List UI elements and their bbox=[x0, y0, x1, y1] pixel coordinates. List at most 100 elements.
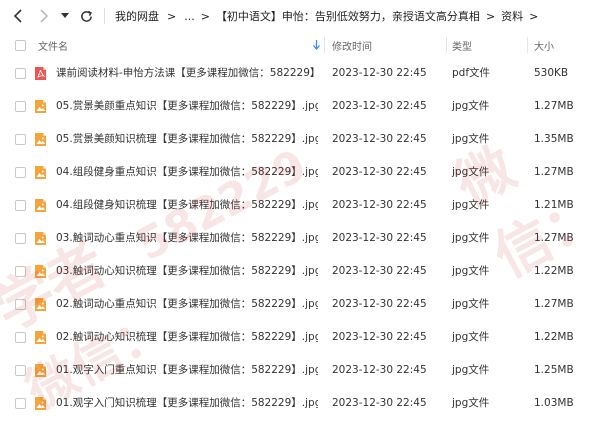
column-header-type[interactable]: 类型 bbox=[452, 38, 472, 53]
file-size: 1.03MB bbox=[534, 397, 574, 409]
breadcrumb-separator: > bbox=[529, 9, 539, 23]
refresh-icon bbox=[80, 10, 92, 22]
file-size: 1.27MB bbox=[534, 100, 574, 112]
file-type: pdf文件 bbox=[452, 67, 491, 79]
column-header-time[interactable]: 修改时间 bbox=[332, 38, 372, 53]
image-icon bbox=[35, 397, 46, 410]
file-size: 1.35MB bbox=[534, 133, 574, 145]
breadcrumb-separator: > bbox=[200, 9, 210, 23]
file-row[interactable]: 02.触词动心重点知识【更多课程加微信：582229】.jpg 2023-12-3… bbox=[0, 288, 600, 321]
file-size: 1.25MB bbox=[534, 364, 574, 376]
row-checkbox[interactable] bbox=[15, 134, 26, 145]
file-row[interactable]: 04.组段健身知识梳理【更多课程加微信：582229】.jpg 2023-12-3… bbox=[0, 189, 600, 222]
file-type: jpg文件 bbox=[452, 133, 490, 145]
file-row[interactable]: 03.触词动心知识梳理【更多课程加微信：582229】.jpg 2023-12-3… bbox=[0, 255, 600, 288]
file-row[interactable]: 03.触词动心重点知识【更多课程加微信：582229】.jpg 2023-12-3… bbox=[0, 222, 600, 255]
file-type: jpg文件 bbox=[452, 166, 490, 178]
file-modified-time: 2023-12-30 22:45 bbox=[332, 166, 427, 178]
file-row[interactable]: 01.观字入门重点知识【更多课程加微信：582229】.jpg 2023-12-3… bbox=[0, 354, 600, 387]
file-name[interactable]: 02.触词动心重点知识【更多课程加微信：582229】.jpg bbox=[56, 288, 318, 321]
file-row[interactable]: 02.触词动心知识梳理【更多课程加微信：582229】.jpg 2023-12-3… bbox=[0, 321, 600, 354]
column-divider[interactable] bbox=[446, 37, 447, 53]
file-size: 530KB bbox=[534, 67, 569, 79]
file-modified-time: 2023-12-30 22:45 bbox=[332, 199, 427, 211]
file-type: jpg文件 bbox=[452, 397, 490, 409]
file-size: 1.22MB bbox=[534, 265, 574, 277]
file-name[interactable]: 04.组段健身知识梳理【更多课程加微信：582229】.jpg bbox=[56, 189, 318, 222]
file-name[interactable]: 课前阅读材料-申怡方法课【更多课程加微信：582229】.... bbox=[56, 57, 318, 90]
file-modified-time: 2023-12-30 22:45 bbox=[332, 364, 427, 376]
row-checkbox[interactable] bbox=[15, 167, 26, 178]
column-header-size[interactable]: 大小 bbox=[534, 38, 554, 53]
file-name[interactable]: 01.观字入门重点知识【更多课程加微信：582229】.jpg bbox=[56, 354, 318, 387]
image-icon bbox=[35, 331, 46, 344]
chevron-left-icon bbox=[13, 9, 22, 23]
column-divider[interactable] bbox=[527, 37, 528, 53]
row-checkbox[interactable] bbox=[15, 68, 26, 79]
refresh-button[interactable] bbox=[76, 6, 96, 26]
file-modified-time: 2023-12-30 22:45 bbox=[332, 397, 427, 409]
row-checkbox[interactable] bbox=[15, 332, 26, 343]
file-modified-time: 2023-12-30 22:45 bbox=[332, 133, 427, 145]
file-type: jpg文件 bbox=[452, 100, 490, 112]
row-checkbox[interactable] bbox=[15, 398, 26, 409]
file-row[interactable]: 01.观字入门知识梳理【更多课程加微信：582229】.jpg 2023-12-3… bbox=[0, 387, 600, 420]
row-checkbox[interactable] bbox=[15, 233, 26, 244]
image-icon bbox=[35, 364, 46, 377]
file-type: jpg文件 bbox=[452, 298, 490, 310]
file-size: 1.21MB bbox=[534, 199, 574, 211]
file-size: 1.27MB bbox=[534, 298, 574, 310]
file-row[interactable]: 课前阅读材料-申怡方法课【更多课程加微信：582229】.... 2023-12-… bbox=[0, 57, 600, 90]
file-row[interactable]: 04.组段健身重点知识【更多课程加微信：582229】.jpg 2023-12-3… bbox=[0, 156, 600, 189]
file-modified-time: 2023-12-30 22:45 bbox=[332, 232, 427, 244]
file-name[interactable]: 05.赏景美颜知识梳理【更多课程加微信：582229】.jpg bbox=[56, 123, 318, 156]
breadcrumb-item-current[interactable]: 资料 bbox=[501, 8, 523, 24]
file-row[interactable]: 05.赏景美颜重点知识【更多课程加微信：582229】.jpg 2023-12-3… bbox=[0, 90, 600, 123]
select-all-checkbox[interactable] bbox=[15, 40, 26, 51]
breadcrumb-item-course[interactable]: 【初中语文】申怡：告别低效努力，亲授语文高分真相 bbox=[216, 8, 480, 24]
file-name[interactable]: 04.组段健身重点知识【更多课程加微信：582229】.jpg bbox=[56, 156, 318, 189]
file-modified-time: 2023-12-30 22:45 bbox=[332, 265, 427, 277]
image-icon bbox=[35, 166, 46, 179]
row-checkbox[interactable] bbox=[15, 101, 26, 112]
file-name[interactable]: 02.触词动心知识梳理【更多课程加微信：582229】.jpg bbox=[56, 321, 318, 354]
file-modified-time: 2023-12-30 22:45 bbox=[332, 100, 427, 112]
breadcrumb-item-ellipsis[interactable]: ... bbox=[184, 10, 195, 23]
navigation-toolbar: 我的网盘 > ... > 【初中语文】申怡：告别低效努力，亲授语文高分真相 > … bbox=[0, 0, 600, 32]
file-list-header: 文件名 修改时间 类型 大小 bbox=[0, 33, 600, 57]
file-type: jpg文件 bbox=[452, 364, 490, 376]
history-dropdown-button[interactable] bbox=[58, 6, 72, 26]
image-icon bbox=[35, 265, 46, 278]
image-icon bbox=[35, 232, 46, 245]
row-checkbox[interactable] bbox=[15, 266, 26, 277]
pdf-icon bbox=[35, 67, 46, 80]
row-checkbox[interactable] bbox=[15, 299, 26, 310]
toolbar-divider bbox=[104, 8, 105, 24]
file-name[interactable]: 05.赏景美颜重点知识【更多课程加微信：582229】.jpg bbox=[56, 90, 318, 123]
file-name[interactable]: 03.触词动心知识梳理【更多课程加微信：582229】.jpg bbox=[56, 255, 318, 288]
image-icon bbox=[35, 199, 46, 212]
file-name[interactable]: 01.观字入门知识梳理【更多课程加微信：582229】.jpg bbox=[56, 387, 318, 420]
file-size: 1.27MB bbox=[534, 166, 574, 178]
row-checkbox[interactable] bbox=[15, 365, 26, 376]
file-type: jpg文件 bbox=[452, 199, 490, 211]
back-button[interactable] bbox=[8, 6, 28, 26]
file-type: jpg文件 bbox=[452, 232, 490, 244]
file-type: jpg文件 bbox=[452, 331, 490, 343]
file-type: jpg文件 bbox=[452, 265, 490, 277]
file-modified-time: 2023-12-30 22:45 bbox=[332, 298, 427, 310]
file-name[interactable]: 03.触词动心重点知识【更多课程加微信：582229】.jpg bbox=[56, 222, 318, 255]
breadcrumb-separator: > bbox=[167, 9, 177, 23]
file-row[interactable]: 05.赏景美颜知识梳理【更多课程加微信：582229】.jpg 2023-12-3… bbox=[0, 123, 600, 156]
breadcrumb-item-root[interactable]: 我的网盘 bbox=[115, 8, 159, 24]
forward-button[interactable] bbox=[34, 6, 54, 26]
image-icon bbox=[35, 133, 46, 146]
chevron-right-icon bbox=[40, 9, 49, 23]
row-checkbox[interactable] bbox=[15, 200, 26, 211]
column-header-name[interactable]: 文件名 bbox=[38, 38, 68, 53]
file-modified-time: 2023-12-30 22:45 bbox=[332, 331, 427, 343]
sort-arrow-icon[interactable] bbox=[313, 40, 320, 50]
file-modified-time: 2023-12-30 22:45 bbox=[332, 67, 427, 79]
file-size: 1.22MB bbox=[534, 331, 574, 343]
column-divider[interactable] bbox=[324, 37, 325, 53]
